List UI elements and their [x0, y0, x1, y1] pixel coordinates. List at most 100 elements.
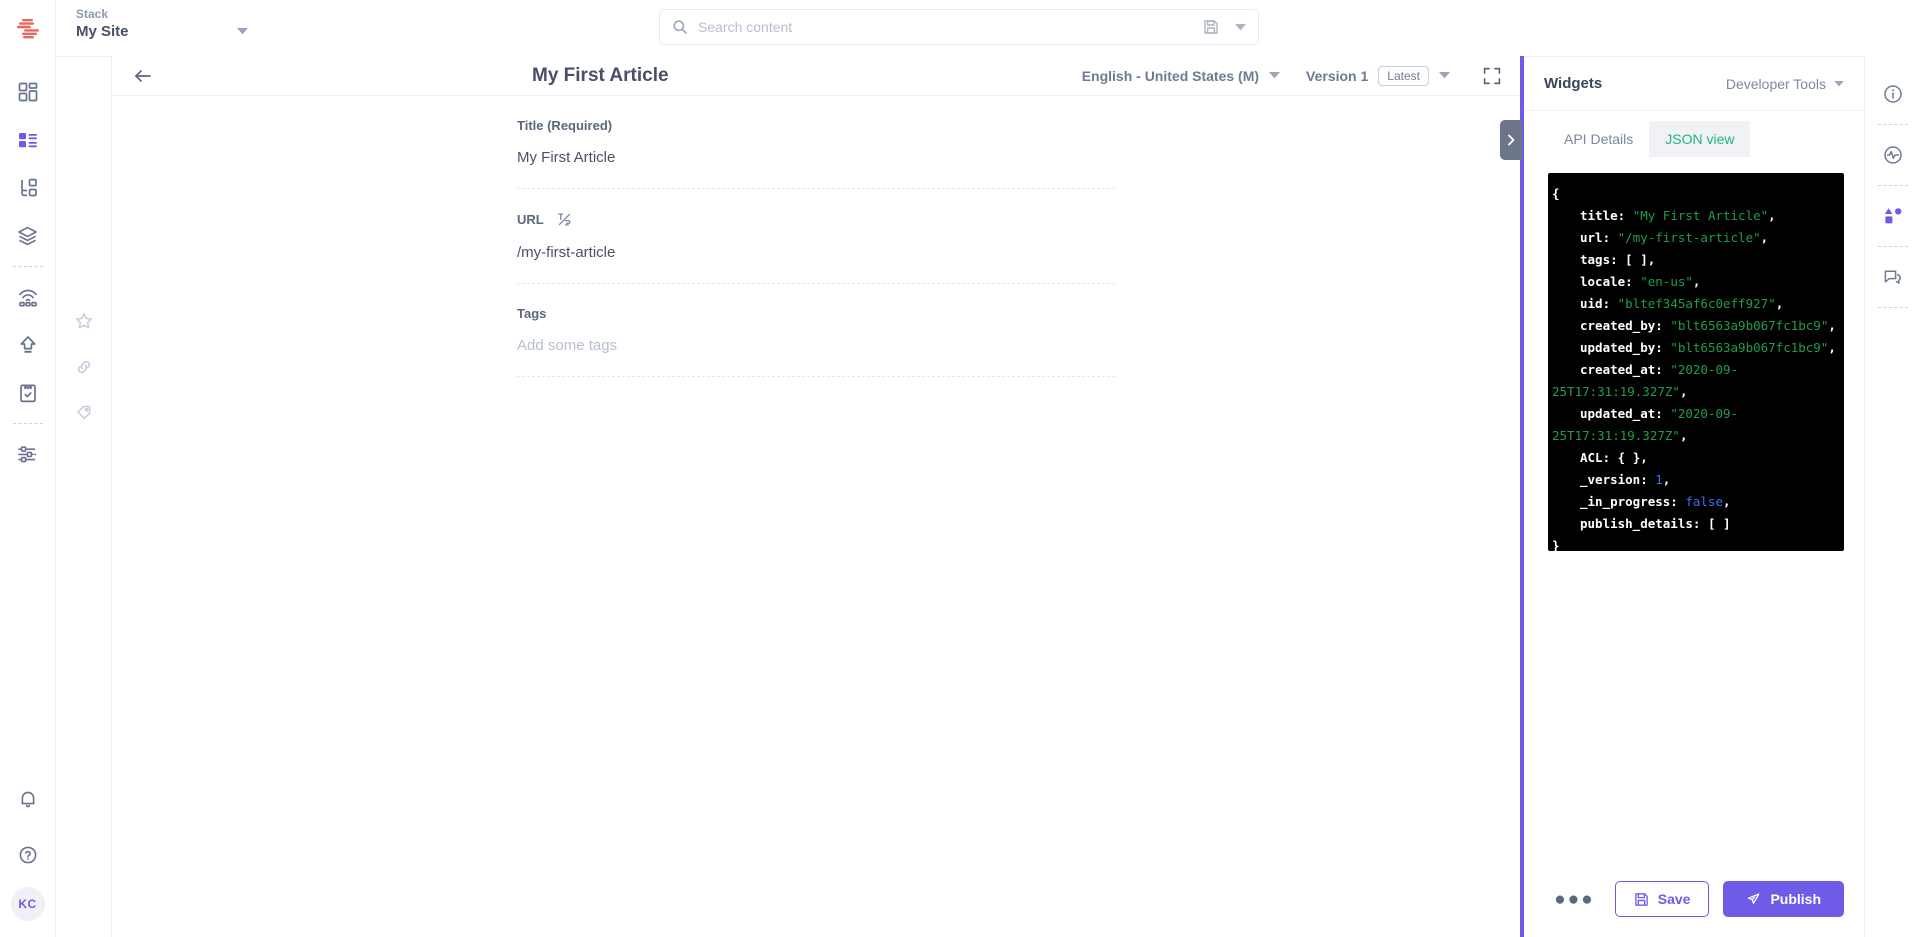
entry-form: Title (Required) My First Article URL /m… [112, 96, 1520, 937]
upload-arrow-icon [17, 334, 39, 356]
sidebar-item-live-preview[interactable] [0, 273, 56, 321]
sidebar-item-release-tasks[interactable] [0, 369, 56, 417]
activity-button[interactable] [1873, 135, 1913, 175]
json-line: _in_progress: false, [1550, 491, 1844, 513]
json-comma: , [1679, 384, 1688, 399]
json-open-brace: { [1552, 186, 1560, 201]
contentstack-logo[interactable] [11, 12, 45, 46]
utility-rail [1864, 56, 1920, 937]
extensions-button[interactable] [1873, 196, 1913, 236]
field-label: Tags [517, 306, 547, 321]
widgets-header: Widgets Developer Tools [1524, 57, 1864, 111]
favorite-button[interactable] [70, 307, 98, 335]
sidebar-item-publish-queue[interactable] [0, 321, 56, 369]
entry-editor: My First Article English - United States… [112, 56, 1522, 937]
json-comma: , [1679, 428, 1688, 443]
search-input[interactable] [698, 19, 1193, 35]
version-selector[interactable]: Version 1 Latest [1306, 65, 1450, 86]
arrow-left-icon [134, 68, 152, 84]
save-disk-icon[interactable] [1203, 19, 1219, 35]
locale-selector[interactable]: English - United States (M) [1082, 68, 1281, 84]
title-input[interactable]: My First Article [517, 149, 1115, 166]
json-comma: , [1647, 252, 1656, 267]
json-value: [ ] [1707, 516, 1731, 531]
json-line: created_by: "blt6563a9b067fc1bc9", [1550, 315, 1844, 337]
left-navigation-rail: KC [0, 0, 56, 937]
references-button[interactable] [70, 353, 98, 381]
info-button[interactable] [1873, 74, 1913, 114]
clipboard-check-icon [17, 382, 39, 404]
broadcast-icon [16, 286, 40, 308]
global-search[interactable] [659, 9, 1259, 45]
sidebar-item-notifications[interactable] [0, 775, 56, 823]
sidebar-item-help[interactable] [0, 831, 56, 879]
json-line: updated_at: "2020-09-25T17:31:19.327Z", [1550, 403, 1844, 447]
fullscreen-button[interactable] [1482, 66, 1502, 86]
json-value: 1 [1655, 472, 1663, 487]
json-comma: , [1828, 340, 1836, 355]
json-key: created_at: [1580, 362, 1671, 377]
version-label: Version 1 [1306, 67, 1369, 84]
json-value: "My First Article" [1632, 208, 1769, 223]
json-key: tags: [1580, 252, 1626, 267]
comments-button[interactable] [1873, 257, 1913, 297]
rail-bottom-group: KC [0, 775, 56, 937]
page-title: My First Article [532, 64, 669, 86]
activity-pulse-icon [1882, 144, 1904, 166]
widgets-title: Widgets [1544, 75, 1603, 92]
json-key: publish_details: [1580, 516, 1708, 531]
rail-divider [12, 266, 43, 267]
tag-loop-icon [75, 404, 93, 422]
caret-down-icon[interactable] [237, 28, 248, 35]
json-line: ACL: { }, [1550, 447, 1844, 469]
json-key: _version: [1580, 472, 1656, 487]
stack-selector[interactable]: Stack My Site [76, 6, 256, 42]
json-comma: , [1768, 208, 1776, 223]
tab-api-details[interactable]: API Details [1548, 121, 1649, 157]
json-key: updated_at: [1580, 406, 1671, 421]
entry-actions: ●●● Save Publish [1524, 881, 1864, 937]
info-circle-icon [1882, 83, 1904, 105]
developer-tools-selector[interactable]: Developer Tools [1726, 76, 1844, 92]
avatar[interactable]: KC [10, 887, 45, 921]
json-value: "/my-first-article" [1617, 230, 1761, 245]
more-options-button[interactable]: ●●● [1554, 890, 1594, 909]
json-line: uid: "bltef345af6c0eff927", [1550, 293, 1844, 315]
caret-down-icon[interactable] [1235, 23, 1246, 31]
comment-bubbles-icon [1882, 266, 1904, 288]
sliders-settings-icon [16, 443, 39, 466]
fullscreen-expand-icon [1482, 66, 1502, 86]
json-line: updated_by: "blt6563a9b067fc1bc9", [1550, 337, 1844, 359]
url-input[interactable]: /my-first-article [517, 244, 1115, 261]
sidebar-item-settings[interactable] [0, 430, 56, 478]
json-line: _version: 1, [1550, 469, 1844, 491]
json-line: url: "/my-first-article", [1550, 227, 1844, 249]
json-key: url: [1580, 230, 1618, 245]
sidebar-item-dashboard[interactable] [0, 68, 56, 116]
sidebar-item-entries[interactable] [0, 116, 56, 164]
json-line: locale: "en-us", [1550, 271, 1844, 293]
tab-json-view[interactable]: JSON view [1649, 121, 1751, 157]
app-root: KC Stack My Site Search content My First… [0, 0, 1920, 937]
back-button[interactable] [130, 63, 156, 89]
question-circle-icon [17, 844, 39, 866]
save-button[interactable]: Save [1614, 881, 1710, 917]
publish-label: Publish [1770, 891, 1821, 907]
json-value: [ ] [1625, 252, 1648, 267]
tag-meta-button[interactable] [70, 399, 98, 427]
main-area: My First Article English - United States… [56, 56, 1920, 937]
collapse-panel-toggle[interactable] [1500, 120, 1522, 160]
top-bar: Stack My Site [56, 0, 1920, 56]
sidebar-item-content-models[interactable] [0, 164, 56, 212]
auto-generate-url-icon[interactable] [556, 211, 573, 228]
tags-input[interactable]: Add some tags [517, 337, 1115, 354]
util-divider [1877, 124, 1908, 125]
json-value: { } [1617, 450, 1641, 465]
json-key: locale: [1580, 274, 1641, 289]
star-icon [75, 312, 93, 330]
json-key: created_by: [1580, 318, 1671, 333]
sidebar-item-assets[interactable] [0, 212, 56, 260]
json-key: uid: [1580, 296, 1618, 311]
json-key: ACL: [1580, 450, 1618, 465]
publish-button[interactable]: Publish [1723, 881, 1844, 917]
